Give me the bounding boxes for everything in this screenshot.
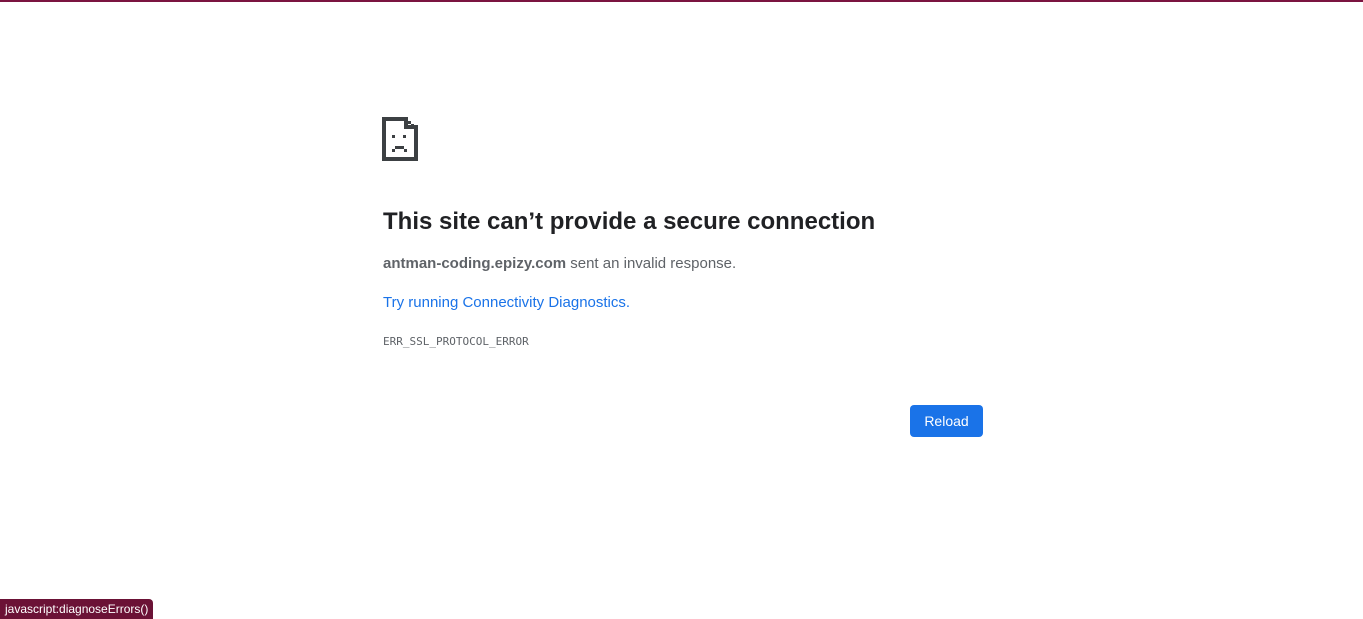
error-code: ERR_SSL_PROTOCOL_ERROR xyxy=(383,335,529,348)
reload-button[interactable]: Reload xyxy=(910,405,983,437)
connectivity-diagnostics-link[interactable]: Try running Connectivity Diagnostics. xyxy=(383,294,630,312)
sad-document-icon xyxy=(382,117,418,161)
diagnostics-link-text[interactable]: Try running Connectivity Diagnostics xyxy=(383,294,626,311)
theme-top-border xyxy=(0,0,1363,2)
page-title: This site can’t provide a secure connect… xyxy=(383,208,876,235)
message-suffix: sent an invalid response. xyxy=(566,255,737,272)
status-bar-url: javascript:diagnoseErrors() xyxy=(0,599,154,619)
host-name: antman-coding.epizy.com xyxy=(383,255,567,272)
diagnostics-link-period: . xyxy=(625,294,631,311)
error-message: antman-coding.epizy.com sent an invalid … xyxy=(383,255,736,273)
browser-error-page: This site can’t provide a secure connect… xyxy=(0,0,1363,619)
